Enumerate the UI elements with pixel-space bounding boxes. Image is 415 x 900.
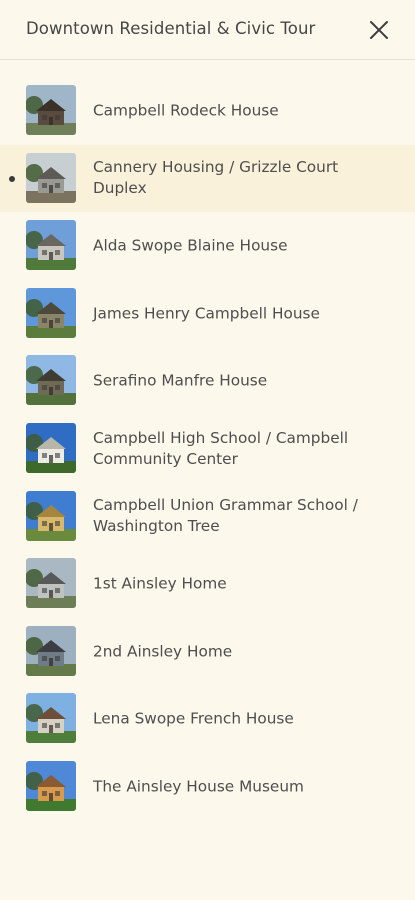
thumb-window xyxy=(42,317,47,323)
thumb-window xyxy=(55,520,60,526)
stop-thumbnail xyxy=(26,558,76,609)
tour-stop-item[interactable]: Alda Swope Blaine House xyxy=(0,212,415,280)
thumb-door xyxy=(49,657,53,666)
app-header: Downtown Residential & Civic Tour xyxy=(0,0,415,60)
stop-label: Campbell Union Grammar School / Washingt… xyxy=(93,496,358,536)
thumb-window xyxy=(55,452,60,458)
close-icon xyxy=(370,21,388,39)
stop-thumbnail xyxy=(26,220,76,271)
tour-stop-item[interactable]: 2nd Ainsley Home xyxy=(0,618,415,686)
stop-thumbnail xyxy=(26,625,76,676)
page-title: Downtown Residential & Civic Tour xyxy=(26,19,316,38)
stop-label: Campbell High School / Campbell Communit… xyxy=(93,428,349,468)
tour-stop-item[interactable]: Lena Swope French House xyxy=(0,685,415,753)
thumb-window xyxy=(42,520,47,526)
thumb-door xyxy=(49,117,53,125)
stop-thumbnail xyxy=(26,85,76,135)
thumb-door xyxy=(49,725,53,734)
tour-stop-item[interactable]: Campbell Rodeck House xyxy=(0,77,415,145)
thumb-window xyxy=(42,655,47,661)
thumb-window xyxy=(55,588,60,594)
thumb-door xyxy=(49,590,53,599)
thumb-door xyxy=(49,184,53,193)
stop-thumbnail xyxy=(26,152,76,203)
thumb-door xyxy=(49,319,53,328)
stop-thumbnail xyxy=(26,693,76,744)
stop-label: 2nd Ainsley Home xyxy=(93,642,233,661)
thumb-window xyxy=(42,588,47,594)
stop-label: James Henry Campbell House xyxy=(93,304,320,323)
thumb-door xyxy=(49,454,53,463)
stop-label: Lena Swope French House xyxy=(93,709,294,728)
thumb-window xyxy=(42,452,47,458)
thumb-window xyxy=(42,115,47,120)
thumb-window xyxy=(55,723,60,729)
stop-thumbnail xyxy=(26,422,76,473)
stop-thumbnail xyxy=(26,490,76,541)
thumb-door xyxy=(49,252,53,261)
tour-stop-item[interactable]: Cannery Housing / Grizzle Court Duplex xyxy=(0,144,415,213)
tour-stop-item[interactable]: 1st Ainsley Home xyxy=(0,550,415,618)
thumb-window xyxy=(55,790,60,796)
tour-stop-list: Campbell Rodeck House Cannery Housing / G… xyxy=(0,77,415,821)
thumb-window xyxy=(42,385,47,391)
thumb-door xyxy=(49,792,53,801)
thumb-window xyxy=(55,385,60,391)
thumb-window xyxy=(42,790,47,796)
stop-thumbnail xyxy=(26,287,76,338)
stop-label: Alda Swope Blaine House xyxy=(93,236,288,255)
tour-stop-item[interactable]: Serafino Manfre House xyxy=(0,347,415,415)
tour-stop-item[interactable]: James Henry Campbell House xyxy=(0,280,415,348)
thumb-window xyxy=(55,250,60,256)
close-button[interactable] xyxy=(366,17,392,43)
thumb-window xyxy=(55,182,60,188)
thumb-window xyxy=(55,115,60,120)
tour-stop-item[interactable]: The Ainsley House Museum xyxy=(0,753,415,821)
thumb-window xyxy=(55,317,60,323)
current-stop-indicator xyxy=(9,175,15,182)
thumb-door xyxy=(49,522,53,531)
stop-thumbnail xyxy=(26,760,76,811)
thumb-window xyxy=(55,655,60,661)
thumb-window xyxy=(42,723,47,729)
stop-label: Campbell Rodeck House xyxy=(93,101,279,120)
thumb-window xyxy=(42,182,47,188)
thumb-window xyxy=(42,250,47,256)
stop-label: The Ainsley House Museum xyxy=(93,777,304,796)
stop-label: Cannery Housing / Grizzle Court Duplex xyxy=(93,158,339,198)
stop-label: Serafino Manfre House xyxy=(93,371,268,390)
stop-label: 1st Ainsley Home xyxy=(93,574,227,593)
tour-stop-item[interactable]: Campbell High School / Campbell Communit… xyxy=(0,415,415,483)
stop-thumbnail xyxy=(26,355,76,406)
tour-stop-item[interactable]: Campbell Union Grammar School / Washingt… xyxy=(0,483,415,551)
thumb-door xyxy=(49,387,53,396)
